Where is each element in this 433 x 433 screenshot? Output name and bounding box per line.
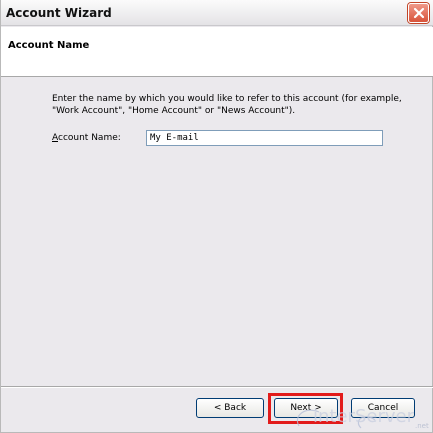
account-name-input[interactable] xyxy=(146,130,383,146)
title-bar[interactable]: Account Wizard xyxy=(1,0,433,26)
account-name-label: Account Name: xyxy=(52,133,121,143)
close-button[interactable] xyxy=(408,3,429,23)
page-title: Account Name xyxy=(8,40,90,51)
close-icon xyxy=(413,7,425,19)
bottom-separator xyxy=(1,386,433,388)
instructions-text: Enter the name by which you would like t… xyxy=(52,94,402,116)
account-name-label-text: ccount Name: xyxy=(58,133,121,143)
back-button[interactable]: < Back xyxy=(196,398,264,418)
window-title: Account Wizard xyxy=(6,6,112,20)
cancel-button[interactable]: Cancel xyxy=(351,398,415,418)
next-button[interactable]: Next > xyxy=(274,398,338,418)
account-wizard-dialog: Account Wizard Account Name Enter the na… xyxy=(0,0,433,433)
svg-text:.net: .net xyxy=(415,422,429,430)
header-panel: Account Name xyxy=(1,27,433,77)
